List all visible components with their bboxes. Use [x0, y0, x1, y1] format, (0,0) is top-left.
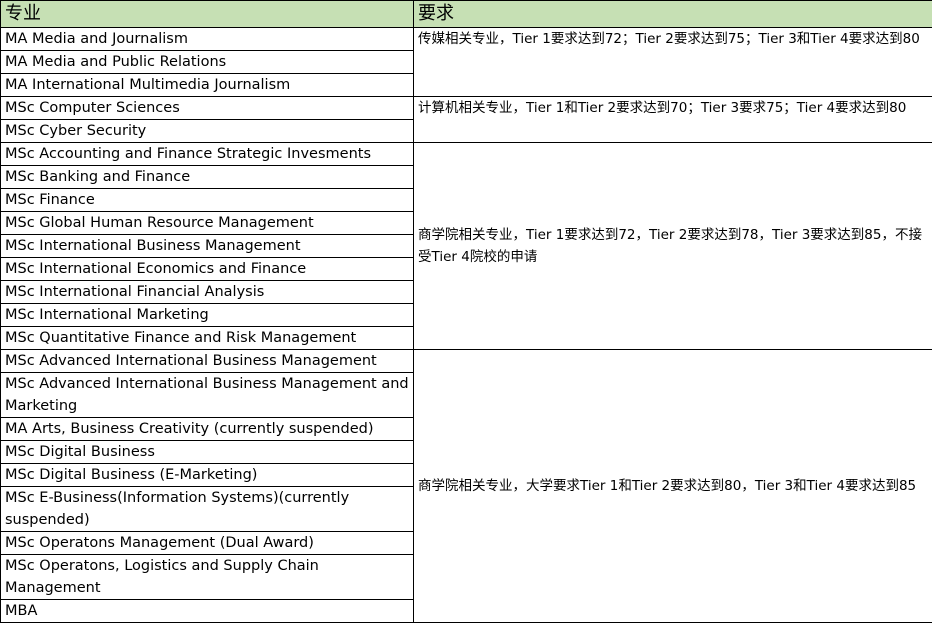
major-cell[interactable]: MA Media and Public Relations — [1, 51, 414, 74]
major-cell[interactable]: MSc Banking and Finance — [1, 166, 414, 189]
major-cell[interactable]: MSc Digital Business — [1, 441, 414, 464]
requirement-cell[interactable]: 商学院相关专业，Tier 1要求达到72，Tier 2要求达到78，Tier 3… — [414, 143, 932, 350]
major-cell[interactable]: MSc Computer Sciences — [1, 97, 414, 120]
header-major[interactable]: 专业 — [1, 1, 414, 28]
major-cell[interactable]: MA Media and Journalism — [1, 28, 414, 51]
major-cell[interactable]: MSc Operatons Management (Dual Award) — [1, 532, 414, 555]
major-cell[interactable]: MSc Finance — [1, 189, 414, 212]
major-cell[interactable]: MSc International Marketing — [1, 304, 414, 327]
major-cell[interactable]: MSc E-Business(Information Systems)(curr… — [1, 487, 414, 532]
table-row: MSc Advanced International Business Mana… — [1, 350, 932, 373]
table-row: MA Media and Journalism 传媒相关专业，Tier 1要求达… — [1, 28, 932, 51]
major-cell[interactable]: MSc Quantitative Finance and Risk Manage… — [1, 327, 414, 350]
major-cell[interactable]: MA International Multimedia Journalism — [1, 74, 414, 97]
requirements-table: 专业 要求 MA Media and Journalism 传媒相关专业，Tie… — [0, 0, 932, 623]
major-cell[interactable]: MSc Global Human Resource Management — [1, 212, 414, 235]
major-cell[interactable]: MSc Advanced International Business Mana… — [1, 373, 414, 418]
table-row: MSc Computer Sciences 计算机相关专业，Tier 1和Tie… — [1, 97, 932, 120]
header-requirement[interactable]: 要求 — [414, 1, 932, 28]
major-cell[interactable]: MSc Digital Business (E-Marketing) — [1, 464, 414, 487]
major-cell[interactable]: MSc Advanced International Business Mana… — [1, 350, 414, 373]
requirement-cell[interactable]: 传媒相关专业，Tier 1要求达到72；Tier 2要求达到75；Tier 3和… — [414, 28, 932, 97]
requirement-cell[interactable]: 商学院相关专业，大学要求Tier 1和Tier 2要求达到80，Tier 3和T… — [414, 350, 932, 623]
table-row: MSc Accounting and Finance Strategic Inv… — [1, 143, 932, 166]
major-cell[interactable]: MSc International Economics and Finance — [1, 258, 414, 281]
requirement-cell[interactable]: 计算机相关专业，Tier 1和Tier 2要求达到70；Tier 3要求75；T… — [414, 97, 932, 143]
major-cell[interactable]: MA Arts, Business Creativity (currently … — [1, 418, 414, 441]
major-cell[interactable]: MSc Operatons, Logistics and Supply Chai… — [1, 555, 414, 600]
major-cell[interactable]: MBA — [1, 600, 414, 623]
major-cell[interactable]: MSc Cyber Security — [1, 120, 414, 143]
major-cell[interactable]: MSc International Financial Analysis — [1, 281, 414, 304]
header-row: 专业 要求 — [1, 1, 932, 28]
major-cell[interactable]: MSc International Business Management — [1, 235, 414, 258]
major-cell[interactable]: MSc Accounting and Finance Strategic Inv… — [1, 143, 414, 166]
